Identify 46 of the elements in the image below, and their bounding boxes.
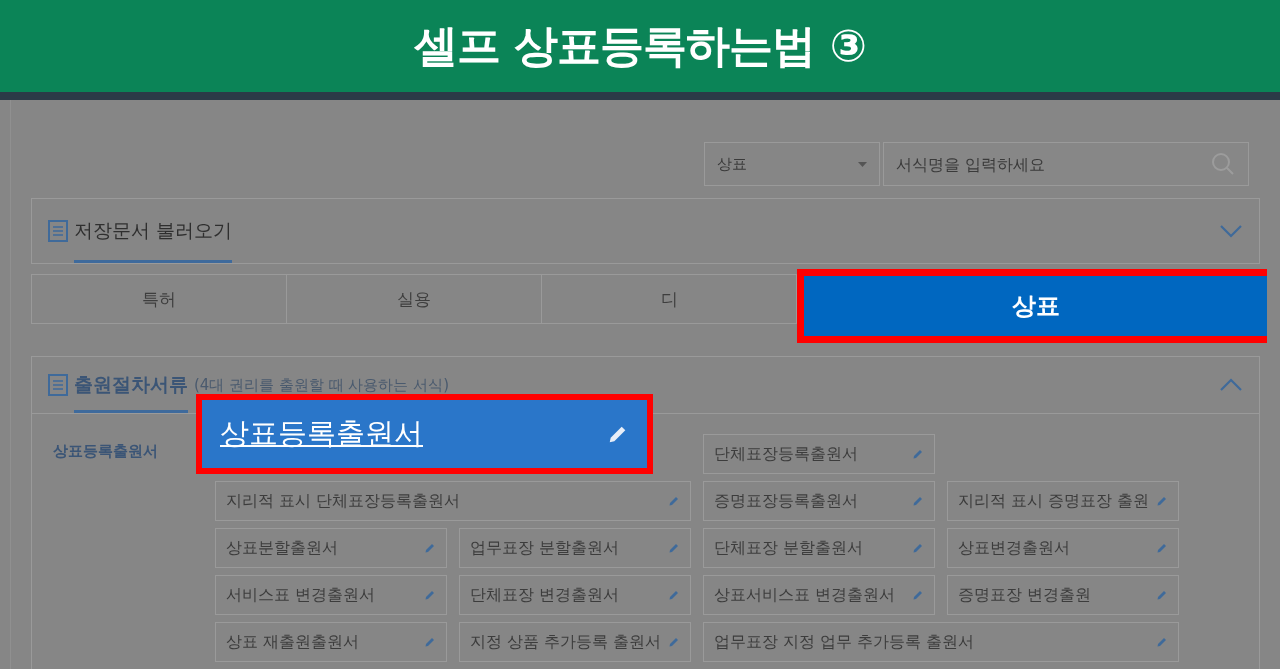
document-icon <box>48 374 68 396</box>
pencil-icon <box>668 542 680 554</box>
caret-icon <box>858 161 867 167</box>
pencil-icon <box>912 495 924 507</box>
section-title: 저장문서 불러오기 <box>74 218 233 243</box>
pencil-icon <box>424 542 436 554</box>
pencil-icon <box>668 589 680 601</box>
chevron-down-icon[interactable] <box>1219 224 1243 238</box>
category-tab[interactable]: 특허 <box>32 275 287 323</box>
form-item[interactable]: 서비스표 변경출원서 <box>215 575 447 615</box>
pencil-icon <box>912 448 924 460</box>
form-item[interactable]: 지정 상품 추가등록 출원서 <box>459 622 691 662</box>
form-item[interactable]: 상표분할출원서 <box>215 528 447 568</box>
form-item[interactable]: 단체표장등록출원서 <box>703 434 935 474</box>
form-item[interactable]: 단체표장 변경출원서 <box>459 575 691 615</box>
pencil-icon <box>424 589 436 601</box>
pencil-icon <box>1156 589 1168 601</box>
form-item[interactable]: 증명표장등록출원서 <box>703 481 935 521</box>
section-subtitle: (4대 권리를 출원할 때 사용하는 서식) <box>194 375 450 395</box>
pencil-icon <box>912 542 924 554</box>
form-item[interactable]: 지리적 표시 단체표장등록출원서 <box>215 481 691 521</box>
form-item[interactable]: 상표서비스표 변경출원서 <box>703 575 935 615</box>
pencil-icon <box>668 495 680 507</box>
chevron-up-icon[interactable] <box>1219 378 1243 392</box>
pencil-icon <box>1156 636 1168 648</box>
pencil-icon <box>668 636 680 648</box>
form-item[interactable]: 업무표장 지정 업무 추가등록 출원서 <box>703 622 1179 662</box>
form-item[interactable]: 단체표장 분할출원서 <box>703 528 935 568</box>
pencil-icon <box>1156 495 1168 507</box>
form-link[interactable]: 상표등록출원서 <box>196 394 653 474</box>
pencil-icon <box>424 636 436 648</box>
form-item[interactable]: 업무표장 분할출원서 <box>459 528 691 568</box>
form-item[interactable]: 상표 재출원출원서 <box>215 622 447 662</box>
category-select[interactable]: 상표 <box>704 142 880 186</box>
form-item[interactable]: 상표변경출원서 <box>947 528 1179 568</box>
pencil-icon <box>912 589 924 601</box>
search-field[interactable]: 서식명을 입력하세요 <box>883 142 1249 186</box>
form-item[interactable]: 증명표장 변경출원 <box>947 575 1179 615</box>
pencil-icon <box>1156 542 1168 554</box>
category-tab[interactable]: 실용 <box>287 275 542 323</box>
banner-title: 셀프 상표등록하는법 ③ <box>414 18 866 73</box>
document-icon <box>48 220 68 242</box>
category-label: 상표등록출원서 <box>53 441 159 462</box>
form-item[interactable]: 지리적 표시 증명표장 출원 <box>947 481 1179 521</box>
category-tab[interactable]: 상표 <box>797 269 1267 343</box>
section-title: 출원절차서류 <box>74 372 188 397</box>
